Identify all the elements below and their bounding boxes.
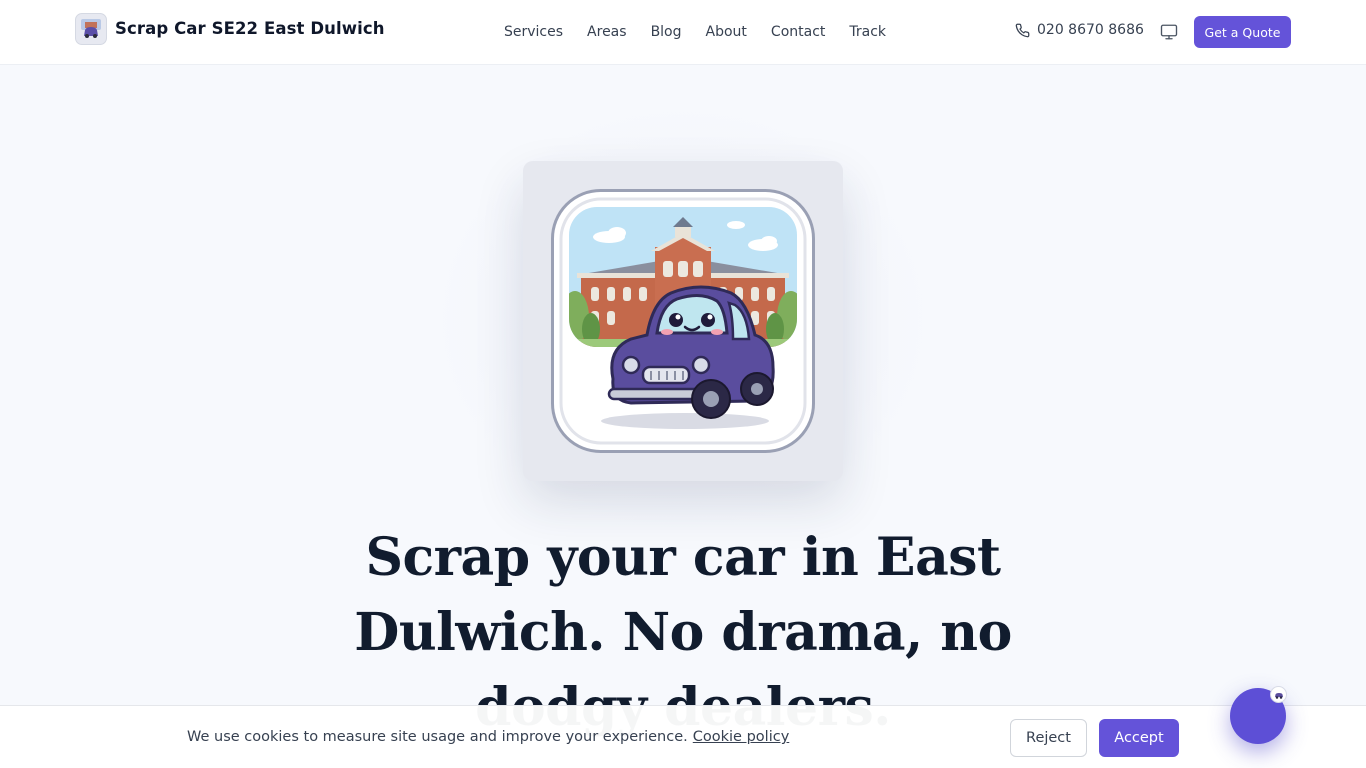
reject-cookies-button[interactable]: Reject: [1010, 719, 1087, 757]
hero-image-card: [523, 161, 843, 481]
car-mascot-illustration: [551, 189, 815, 453]
phone-link[interactable]: 020 8670 8686: [1015, 22, 1144, 38]
main-nav: Services Areas Blog About Contact Track: [504, 23, 910, 41]
brand-home-link[interactable]: Scrap Car SE22 East Dulwich: [75, 13, 385, 45]
car-mascot-icon: [75, 13, 107, 45]
nav-item-contact[interactable]: Contact: [771, 23, 825, 41]
cookie-message: We use cookies to measure site usage and…: [187, 729, 688, 745]
nav-item-track[interactable]: Track: [849, 23, 886, 41]
monitor-icon: [1160, 24, 1178, 40]
site-header: Scrap Car SE22 East Dulwich Services Are…: [0, 0, 1366, 65]
nav-item-blog[interactable]: Blog: [651, 23, 682, 41]
theme-toggle[interactable]: [1159, 22, 1179, 42]
nav-item-services[interactable]: Services: [504, 23, 563, 41]
get-a-quote-button[interactable]: Get a Quote: [1194, 16, 1291, 48]
nav-item-about[interactable]: About: [706, 23, 747, 41]
accept-cookies-button[interactable]: Accept: [1099, 719, 1179, 757]
cookie-message-row: We use cookies to measure site usage and…: [187, 729, 789, 745]
nav-item-areas[interactable]: Areas: [587, 23, 627, 41]
cookie-policy-link[interactable]: Cookie policy: [693, 729, 790, 745]
phone-number: 020 8670 8686: [1037, 22, 1144, 38]
cookie-banner: We use cookies to measure site usage and…: [0, 705, 1366, 768]
brand-name: Scrap Car SE22 East Dulwich: [115, 18, 385, 38]
chat-icon: [1270, 686, 1287, 703]
phone-icon: [1015, 23, 1030, 37]
